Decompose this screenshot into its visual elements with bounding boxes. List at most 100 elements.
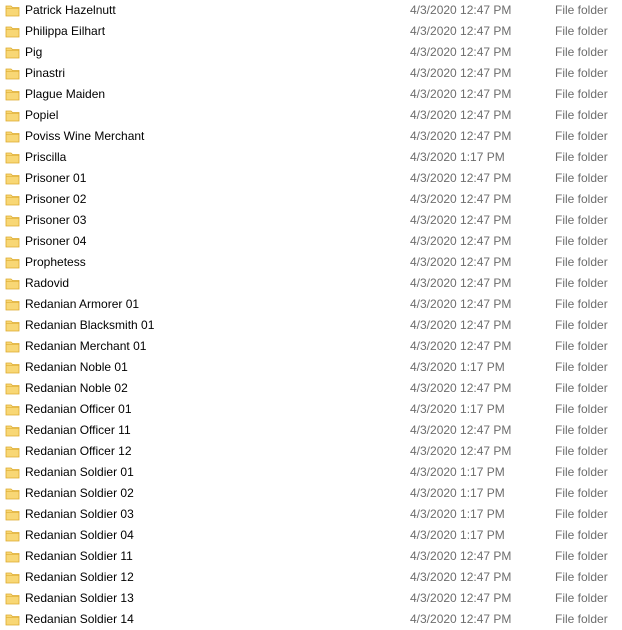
file-row[interactable]: Priscilla 4/3/2020 1:17 PM File folder — [0, 147, 622, 168]
folder-icon — [5, 150, 20, 165]
folder-icon — [5, 171, 20, 186]
file-name: Redanian Noble 02 — [25, 381, 128, 395]
file-name: Priscilla — [25, 150, 67, 164]
file-row[interactable]: Redanian Noble 02 4/3/2020 12:47 PM File f… — [0, 378, 622, 399]
folder-icon — [5, 318, 20, 333]
file-row[interactable]: Patrick Hazelnutt 4/3/2020 12:47 PM File f… — [0, 0, 622, 21]
file-type: File folder — [555, 360, 608, 374]
file-name: Philippa Eilhart — [25, 24, 106, 38]
file-row[interactable]: Poviss Wine Merchant 4/3/2020 12:47 PM Fil… — [0, 126, 622, 147]
folder-icon — [5, 24, 20, 39]
folder-icon — [5, 108, 20, 123]
file-type: File folder — [555, 66, 608, 80]
file-name: Prisoner 03 — [25, 213, 87, 227]
file-type: File folder — [555, 612, 608, 626]
file-name: Redanian Officer 01 — [25, 402, 132, 416]
file-row[interactable]: Prisoner 02 4/3/2020 12:47 PM File folder — [0, 189, 622, 210]
file-row[interactable]: Redanian Officer 01 4/3/2020 1:17 PM File … — [0, 399, 622, 420]
folder-icon — [5, 45, 20, 60]
file-row[interactable]: Redanian Soldier 04 4/3/2020 1:17 PM File … — [0, 525, 622, 546]
file-type: File folder — [555, 150, 608, 164]
file-type: File folder — [555, 423, 608, 437]
file-row[interactable]: Philippa Eilhart 4/3/2020 12:47 PM File fo… — [0, 21, 622, 42]
date-modified: 4/3/2020 12:47 PM — [410, 444, 512, 458]
file-row[interactable]: Prisoner 03 4/3/2020 12:47 PM File folder — [0, 210, 622, 231]
file-row[interactable]: Redanian Armorer 01 4/3/2020 12:47 PM File… — [0, 294, 622, 315]
file-name: Patrick Hazelnutt — [25, 3, 116, 17]
file-type: File folder — [555, 3, 608, 17]
date-modified: 4/3/2020 1:17 PM — [410, 486, 505, 500]
date-modified: 4/3/2020 1:17 PM — [410, 402, 505, 416]
folder-icon — [5, 423, 20, 438]
folder-icon — [5, 570, 20, 585]
date-modified: 4/3/2020 1:17 PM — [410, 465, 505, 479]
folder-icon — [5, 549, 20, 564]
date-modified: 4/3/2020 12:47 PM — [410, 171, 512, 185]
file-row[interactable]: Redanian Merchant 01 4/3/2020 12:47 PM Fil… — [0, 336, 622, 357]
file-type: File folder — [555, 570, 608, 584]
file-name: Redanian Soldier 13 — [25, 591, 134, 605]
file-row[interactable]: Redanian Soldier 14 4/3/2020 12:47 PM File… — [0, 609, 622, 630]
file-row[interactable]: Popiel 4/3/2020 12:47 PM File folder — [0, 105, 622, 126]
file-row[interactable]: Pig 4/3/2020 12:47 PM File folder — [0, 42, 622, 63]
file-name: Popiel — [25, 108, 59, 122]
date-modified: 4/3/2020 12:47 PM — [410, 549, 512, 563]
file-type: File folder — [555, 486, 608, 500]
date-modified: 4/3/2020 12:47 PM — [410, 3, 512, 17]
folder-icon — [5, 297, 20, 312]
file-type: File folder — [555, 549, 608, 563]
file-type: File folder — [555, 276, 608, 290]
folder-icon — [5, 234, 20, 249]
folder-icon — [5, 402, 20, 417]
file-type: File folder — [555, 402, 608, 416]
file-type: File folder — [555, 591, 608, 605]
file-name: Redanian Soldier 03 — [25, 507, 134, 521]
date-modified: 4/3/2020 12:47 PM — [410, 192, 512, 206]
date-modified: 4/3/2020 12:47 PM — [410, 129, 512, 143]
folder-icon — [5, 444, 20, 459]
file-row[interactable]: Redanian Soldier 03 4/3/2020 1:17 PM File … — [0, 504, 622, 525]
file-row[interactable]: Redanian Officer 11 4/3/2020 12:47 PM File… — [0, 420, 622, 441]
file-row[interactable]: Redanian Soldier 12 4/3/2020 12:47 PM File… — [0, 567, 622, 588]
file-name: Prophetess — [25, 255, 86, 269]
file-row[interactable]: Radovid 4/3/2020 12:47 PM File folder — [0, 273, 622, 294]
folder-icon — [5, 87, 20, 102]
date-modified: 4/3/2020 1:17 PM — [410, 507, 505, 521]
folder-icon — [5, 360, 20, 375]
file-name: Radovid — [25, 276, 70, 290]
date-modified: 4/3/2020 12:47 PM — [410, 87, 512, 101]
file-name: Redanian Officer 11 — [25, 423, 131, 437]
file-row[interactable]: Redanian Soldier 13 4/3/2020 12:47 PM File… — [0, 588, 622, 609]
file-row[interactable]: Redanian Soldier 02 4/3/2020 1:17 PM File … — [0, 483, 622, 504]
file-name: Redanian Soldier 11 — [25, 549, 133, 563]
folder-icon — [5, 507, 20, 522]
file-name: Poviss Wine Merchant — [25, 129, 145, 143]
folder-icon — [5, 486, 20, 501]
file-row[interactable]: Prisoner 01 4/3/2020 12:47 PM File folder — [0, 168, 622, 189]
file-row[interactable]: Redanian Noble 01 4/3/2020 1:17 PM File fo… — [0, 357, 622, 378]
folder-icon — [5, 465, 20, 480]
file-name: Redanian Armorer 01 — [25, 297, 140, 311]
file-row[interactable]: Plague Maiden 4/3/2020 12:47 PM File folde… — [0, 84, 622, 105]
file-type: File folder — [555, 255, 608, 269]
file-row[interactable]: Redanian Soldier 01 4/3/2020 1:17 PM File … — [0, 462, 622, 483]
file-type: File folder — [555, 318, 608, 332]
file-row[interactable]: Redanian Soldier 11 4/3/2020 12:47 PM File… — [0, 546, 622, 567]
date-modified: 4/3/2020 1:17 PM — [410, 528, 505, 542]
file-type: File folder — [555, 339, 608, 353]
file-row[interactable]: Prophetess 4/3/2020 12:47 PM File folder — [0, 252, 622, 273]
file-name: Prisoner 01 — [25, 171, 87, 185]
date-modified: 4/3/2020 12:47 PM — [410, 255, 512, 269]
file-row[interactable]: Redanian Officer 12 4/3/2020 12:47 PM File… — [0, 441, 622, 462]
file-type: File folder — [555, 465, 608, 479]
file-name: Redanian Blacksmith 01 — [25, 318, 155, 332]
file-row[interactable]: Prisoner 04 4/3/2020 12:47 PM File folder — [0, 231, 622, 252]
file-row[interactable]: Redanian Blacksmith 01 4/3/2020 12:47 PM F… — [0, 315, 622, 336]
date-modified: 4/3/2020 12:47 PM — [410, 276, 512, 290]
folder-icon — [5, 3, 20, 18]
file-name: Redanian Soldier 14 — [25, 612, 134, 626]
folder-icon — [5, 255, 20, 270]
file-name: Redanian Soldier 01 — [25, 465, 134, 479]
file-name: Redanian Soldier 02 — [25, 486, 134, 500]
file-row[interactable]: Pinastri 4/3/2020 12:47 PM File folder — [0, 63, 622, 84]
